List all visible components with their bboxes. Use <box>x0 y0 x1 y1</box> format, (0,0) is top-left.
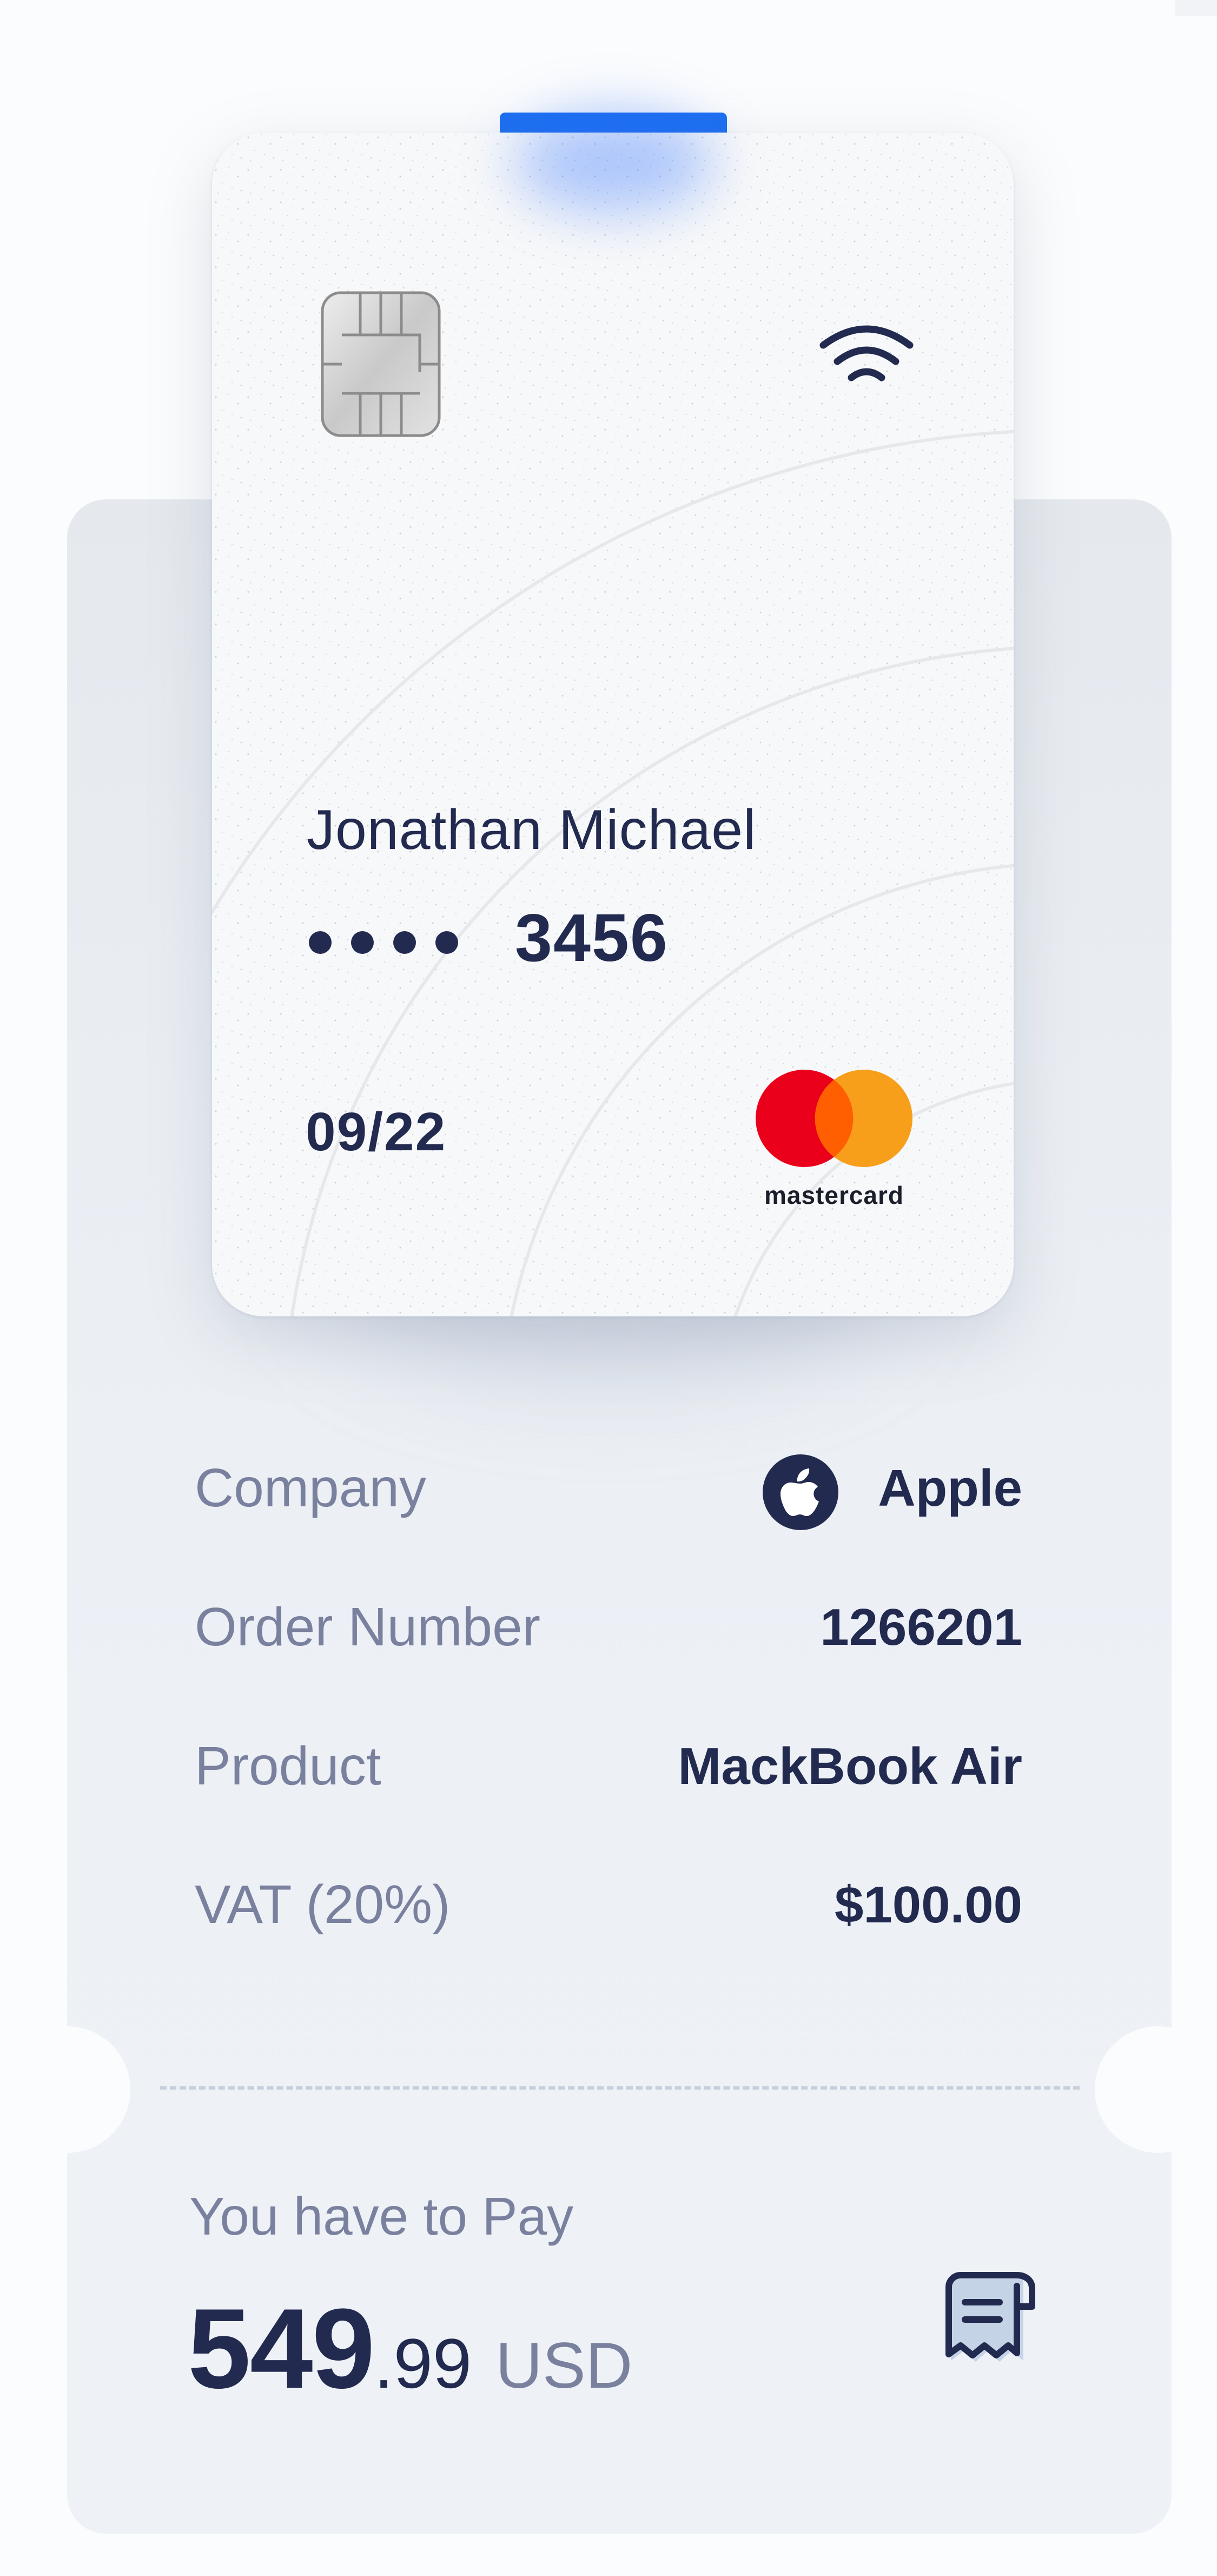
vat-value: $100.00 <box>834 1876 1022 1934</box>
masked-card-digits <box>309 931 458 954</box>
vat-label: VAT (20%) <box>195 1874 451 1935</box>
amount-currency: USD <box>495 2329 633 2402</box>
chip-icon <box>321 291 441 437</box>
payment-amount: 549.99 USD <box>188 2283 632 2414</box>
card-last-four: 3456 <box>515 901 669 976</box>
receipt-notch-right <box>1095 2026 1217 2153</box>
product-value: MackBook Air <box>678 1737 1022 1795</box>
card-slot-glow <box>514 111 714 214</box>
corner-tab <box>1175 0 1217 16</box>
order-number-label: Order Number <box>195 1597 541 1657</box>
amount-integer: 549 <box>188 2285 375 2412</box>
amount-decimal: .99 <box>374 2324 472 2403</box>
payment-card[interactable]: Jonathan Michael 3456 09/22 mastercard <box>212 133 1014 1316</box>
company-value: Apple <box>878 1459 1022 1517</box>
receipt-divider <box>160 2086 1080 2090</box>
product-label: Product <box>195 1736 381 1796</box>
pay-label: You have to Pay <box>189 2186 574 2246</box>
receipt-notch-left <box>4 2026 130 2153</box>
company-label: Company <box>195 1458 426 1518</box>
apple-icon <box>763 1454 838 1530</box>
card-expiry: 09/22 <box>306 1102 447 1162</box>
order-number-value: 1266201 <box>820 1598 1022 1656</box>
contactless-icon <box>819 325 914 381</box>
cardholder-name: Jonathan Michael <box>307 799 757 861</box>
mastercard-wordmark: mastercard <box>764 1181 904 1209</box>
mastercard-logo-icon <box>756 1070 912 1167</box>
receipt-icon[interactable] <box>941 2270 1042 2376</box>
